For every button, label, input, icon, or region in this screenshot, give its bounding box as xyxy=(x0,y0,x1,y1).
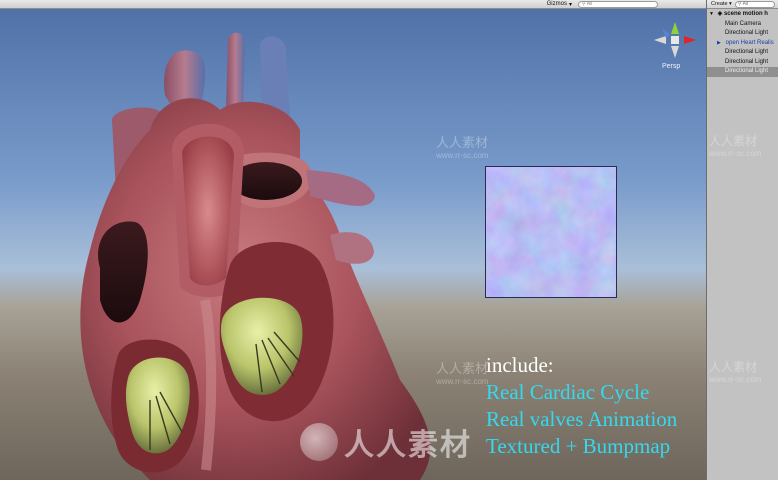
watermark-logo: 人人素材 xyxy=(300,420,472,464)
feature-caption: include: Real Cardiac Cycle Real valves … xyxy=(486,352,677,460)
expand-arrow-icon[interactable]: ▼ xyxy=(709,10,716,20)
chevron-down-icon: ▾ xyxy=(729,1,732,7)
hierarchy-item-directional-light[interactable]: Directional Light xyxy=(707,48,778,58)
projection-label[interactable]: Persp xyxy=(662,63,680,70)
feature-valves-animation: Real valves Animation xyxy=(486,407,678,431)
hierarchy-item-directional-light[interactable]: Directional Light xyxy=(707,29,778,39)
hierarchy-item-open-heart[interactable]: ▶ open Heart Realis xyxy=(707,39,778,49)
hierarchy-scene-root[interactable]: ▼ ◈ scene motion h xyxy=(707,10,778,20)
hierarchy-toolbar: Create ▾ ⚲ All xyxy=(707,0,778,9)
hierarchy-item-directional-light[interactable]: Directional Light xyxy=(707,58,778,68)
unity-scene-icon: ◈ xyxy=(717,11,723,17)
z-axis-cone[interactable] xyxy=(662,28,670,38)
hierarchy-list: ▼ ◈ scene motion h Main Camera Direction… xyxy=(707,9,778,77)
hierarchy-search-placeholder: All xyxy=(742,0,749,7)
watermark-logo-icon xyxy=(300,423,338,461)
scene-viewport[interactable]: Gizmos ▾ ⚲ All Persp include: Real Cardi… xyxy=(0,0,706,480)
aorta-interior xyxy=(182,136,234,286)
gizmo-center-cube[interactable] xyxy=(671,36,679,44)
neg-y-axis-cone[interactable] xyxy=(671,46,679,58)
hierarchy-item-directional-light-selected[interactable]: Directional Light xyxy=(707,67,778,77)
feature-cardiac-cycle: Real Cardiac Cycle xyxy=(486,380,650,404)
neg-x-axis-cone[interactable] xyxy=(654,36,666,44)
hierarchy-panel[interactable]: Create ▾ ⚲ All ▼ ◈ scene motion h Main C… xyxy=(706,0,778,480)
y-axis-cone[interactable] xyxy=(671,22,679,34)
watermark: 人人素材 www.rr-sc.com xyxy=(709,360,762,384)
watermark: 人人素材 www.rr-sc.com xyxy=(709,134,762,158)
right-vessel xyxy=(330,232,374,264)
bump-map-texture xyxy=(485,166,617,298)
vessel-left xyxy=(226,32,245,110)
create-dropdown[interactable]: Create ▾ xyxy=(711,1,732,7)
expand-arrow-icon[interactable]: ▶ xyxy=(717,39,724,49)
create-label: Create xyxy=(711,1,728,7)
x-axis-cone[interactable] xyxy=(684,36,696,44)
caption-heading: include: xyxy=(486,353,554,377)
hierarchy-item-main-camera[interactable]: Main Camera xyxy=(707,20,778,30)
feature-textured-bumpmap: Textured + Bumpmap xyxy=(486,434,671,458)
scene-orientation-gizmo[interactable] xyxy=(650,18,700,62)
search-icon: ⚲ xyxy=(737,0,742,7)
hierarchy-search-input[interactable]: ⚲ All xyxy=(734,0,775,8)
